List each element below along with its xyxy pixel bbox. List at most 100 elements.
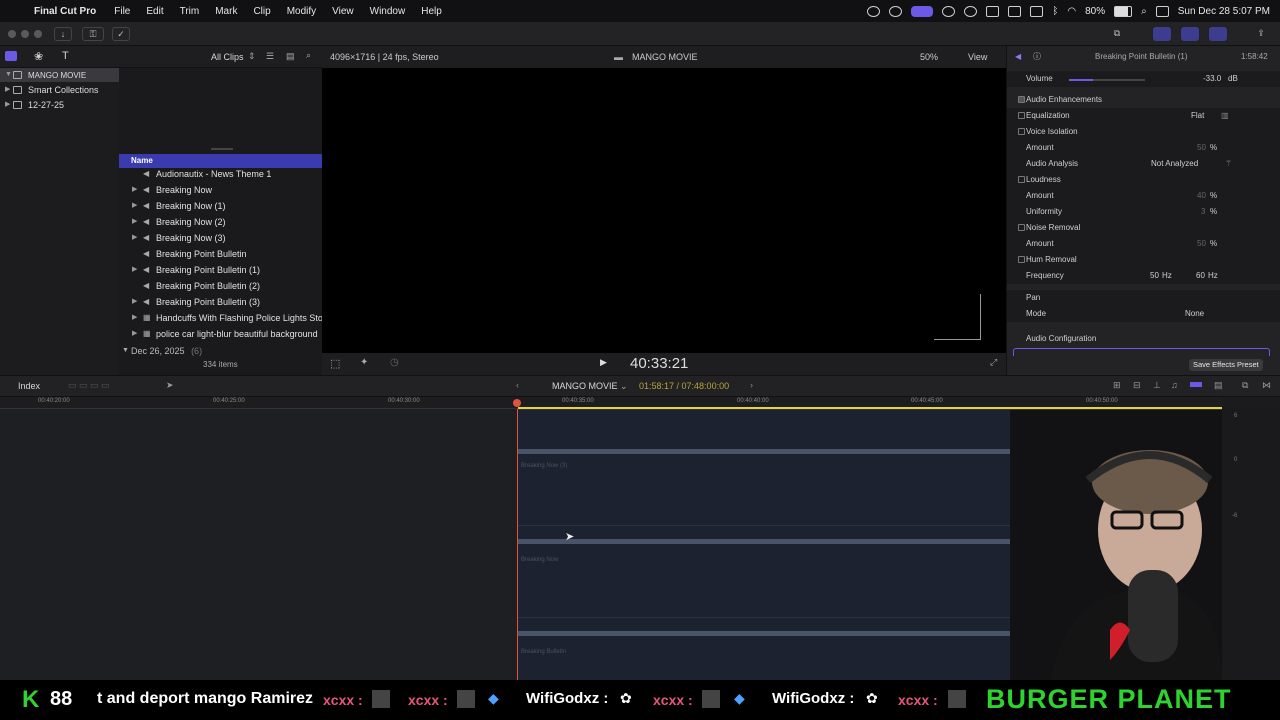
- volume-value[interactable]: -33.0: [1203, 71, 1221, 87]
- loudness-amount-value[interactable]: 40: [1197, 188, 1206, 204]
- equalization-checkbox[interactable]: [1018, 112, 1025, 119]
- clip-filter[interactable]: All Clips: [211, 52, 244, 62]
- audio-inspector-icon[interactable]: ◀: [1015, 48, 1021, 66]
- hum-removal-checkbox[interactable]: [1018, 256, 1025, 263]
- back-arrow-icon[interactable]: ‹: [516, 380, 519, 390]
- disclosure-down-icon[interactable]: ▼: [5, 68, 12, 82]
- disclosure-right-icon[interactable]: ▶: [5, 83, 10, 97]
- viewer[interactable]: 4096×1716 | 24 fps, Stereo ▬ MANGO MOVIE…: [322, 46, 1006, 375]
- eq-graph-icon[interactable]: ▥: [1221, 108, 1229, 124]
- menu-trim[interactable]: Trim: [172, 6, 208, 17]
- loudness-checkbox[interactable]: [1018, 176, 1025, 183]
- disclosure-right-icon[interactable]: ▶: [132, 326, 137, 342]
- background-tasks-icon[interactable]: ✓: [112, 27, 130, 41]
- enhance-icon[interactable]: ✦: [360, 357, 368, 368]
- app-menu[interactable]: Final Cut Pro: [30, 6, 106, 17]
- list-item[interactable]: ▶ ◀ Breaking Point Bulletin (1): [119, 262, 322, 278]
- disclosure-right-icon[interactable]: ▶: [132, 294, 137, 310]
- list-view-icon[interactable]: ☰: [266, 51, 274, 62]
- disclosure-down-icon[interactable]: ▼: [122, 343, 129, 359]
- list-item[interactable]: ◀ Audionautix - News Theme 1: [119, 166, 322, 182]
- screen-record-icon[interactable]: [911, 5, 934, 17]
- bluetooth-icon[interactable]: ᛒ: [1052, 6, 1058, 17]
- group-header[interactable]: ▼ Dec 26, 2025 (6): [119, 343, 322, 359]
- menu-view[interactable]: View: [324, 6, 362, 17]
- disclosure-right-icon[interactable]: ▶: [5, 98, 10, 112]
- status-icon-2[interactable]: [889, 5, 903, 17]
- search-icon[interactable]: ⌕: [1141, 6, 1147, 17]
- menu-mark[interactable]: Mark: [207, 6, 245, 17]
- speed-icon[interactable]: ◷: [390, 357, 399, 368]
- menu-file[interactable]: File: [106, 6, 138, 17]
- zoom-out-icon[interactable]: ⊟: [1133, 380, 1141, 391]
- select-tool-icon[interactable]: ➤: [166, 380, 174, 391]
- volume-icon[interactable]: [986, 5, 1000, 17]
- menu-clip[interactable]: Clip: [245, 6, 278, 17]
- list-item[interactable]: ◀ Breaking Point Bulletin (2): [119, 278, 322, 294]
- list-item[interactable]: ▶ ◀ Breaking Now (1): [119, 198, 322, 214]
- transitions-icon[interactable]: ⋈: [1262, 380, 1271, 391]
- view-menu[interactable]: View: [968, 52, 987, 62]
- monitor-icon[interactable]: [1030, 5, 1044, 17]
- skimming-icon[interactable]: ⊥: [1153, 380, 1161, 391]
- disclosure-right-icon[interactable]: ▶: [132, 310, 137, 326]
- photos-icon[interactable]: ❀: [34, 50, 43, 63]
- list-item[interactable]: ▶ ▦ Handcuffs With Flashing Police Lights …: [119, 310, 322, 326]
- wifi-icon[interactable]: ◠: [1067, 6, 1076, 17]
- minimize-window-button[interactable]: [21, 30, 29, 38]
- import-icon[interactable]: ↓: [54, 27, 72, 41]
- zoom-window-button[interactable]: [34, 30, 42, 38]
- display-icon[interactable]: [1008, 5, 1022, 17]
- library-item-smart-collections[interactable]: ▶ Smart Collections: [0, 83, 119, 97]
- uniformity-value[interactable]: 3: [1201, 204, 1205, 220]
- freq-50-value[interactable]: 50: [1150, 268, 1159, 284]
- search-icon[interactable]: ⌕: [306, 50, 311, 61]
- timeline-project-name[interactable]: MANGO MOVIE: [552, 381, 618, 391]
- save-effects-preset-button[interactable]: Save Effects Preset: [1189, 359, 1263, 371]
- zoom-level[interactable]: 50%: [920, 52, 938, 62]
- headphones-icon[interactable]: ♫: [1171, 380, 1178, 390]
- freq-60-value[interactable]: 60: [1196, 268, 1205, 284]
- list-item[interactable]: ◀ Breaking Point Bulletin: [119, 246, 322, 262]
- play-icon[interactable]: ▶: [600, 357, 607, 368]
- disclosure-right-icon[interactable]: ▶: [132, 182, 137, 198]
- list-item[interactable]: ▶ ◀ Breaking Now: [119, 182, 322, 198]
- timeline-ruler[interactable]: 00:40:20:00 00:40:25:00 00:40:30:00 00:4…: [0, 397, 1222, 409]
- keyword-icon[interactable]: ⚿: [82, 27, 104, 41]
- disclosure-right-icon[interactable]: ▶: [132, 214, 137, 230]
- clip-appearance-icon[interactable]: ▤: [1214, 380, 1223, 391]
- workspace-icon[interactable]: ⧉: [1107, 27, 1127, 41]
- voice-isolation-checkbox[interactable]: [1018, 128, 1025, 135]
- fullscreen-icon[interactable]: ⤢: [990, 357, 997, 368]
- layout-timeline-icon[interactable]: [1181, 27, 1199, 41]
- menu-window[interactable]: Window: [362, 6, 414, 17]
- libraries-icon[interactable]: [5, 51, 17, 61]
- noise-removal-checkbox[interactable]: [1018, 224, 1025, 231]
- magic-wand-icon[interactable]: ⚚: [1225, 156, 1232, 172]
- chevron-down-icon[interactable]: ⌄: [620, 381, 628, 392]
- clip-appearance-icon[interactable]: ▤: [286, 51, 295, 62]
- menu-help[interactable]: Help: [413, 6, 450, 17]
- zoom-in-icon[interactable]: ⊞: [1113, 380, 1121, 391]
- edit-tools-icon[interactable]: ▭ ▭ ▭ ▭: [68, 380, 110, 391]
- index-button[interactable]: Index: [18, 381, 40, 391]
- resize-handle[interactable]: [211, 148, 233, 150]
- titles-icon[interactable]: T: [62, 50, 69, 62]
- list-item[interactable]: ▶ ◀ Breaking Point Bulletin (3): [119, 294, 322, 310]
- status-icon[interactable]: [867, 5, 881, 17]
- audio-config-item[interactable]: [1013, 348, 1270, 356]
- effects-browser-icon[interactable]: ⧉: [1242, 380, 1248, 391]
- disclosure-right-icon[interactable]: ▶: [132, 230, 137, 246]
- forward-arrow-icon[interactable]: ›: [750, 380, 753, 390]
- battery-icon[interactable]: [1114, 5, 1133, 17]
- menu-edit[interactable]: Edit: [138, 6, 171, 17]
- playhead[interactable]: [517, 409, 518, 680]
- volume-slider[interactable]: [1069, 79, 1145, 81]
- eq-preset-select[interactable]: Flat: [1191, 108, 1204, 124]
- list-item[interactable]: ▶ ▦ police car light-blur beautiful backgr…: [119, 326, 322, 342]
- clock[interactable]: Sun Dec 28 5:07 PM: [1178, 6, 1270, 17]
- disclosure-right-icon[interactable]: ▶: [132, 198, 137, 214]
- noise-amount-value[interactable]: 50: [1197, 236, 1206, 252]
- layout-browser-icon[interactable]: [1153, 27, 1171, 41]
- vi-amount-value[interactable]: 50: [1197, 140, 1206, 156]
